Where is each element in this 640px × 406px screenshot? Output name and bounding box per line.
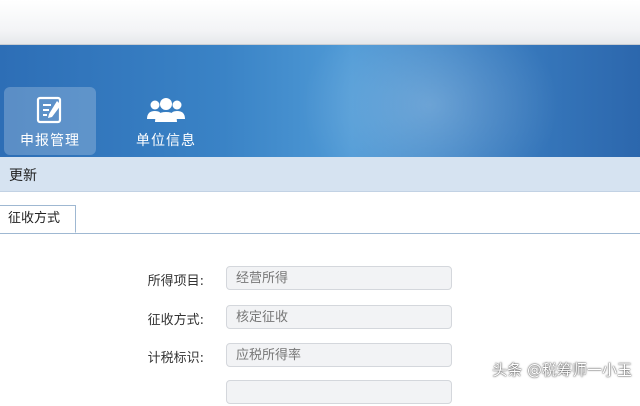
window-top-strip — [0, 0, 640, 45]
income-item-field[interactable]: 经营所得 — [226, 266, 452, 290]
nav-item-label: 申报管理 — [20, 133, 80, 149]
tab-bar: 征收方式 — [0, 205, 640, 234]
form-row-collection-method: 征收方式: 核定征收 — [0, 305, 640, 331]
top-navigation-banner: 申报管理 单位信息 — [0, 45, 640, 157]
partial-field[interactable] — [226, 380, 452, 404]
collection-method-label: 征收方式: — [147, 313, 204, 328]
users-icon — [146, 94, 186, 126]
nav-item-label: 单位信息 — [136, 133, 196, 149]
form-row-income-item: 所得项目: 经营所得 — [0, 266, 640, 292]
update-button[interactable]: 更新 — [9, 165, 37, 185]
collection-method-field[interactable]: 核定征收 — [226, 305, 452, 329]
watermark: 头条 @税筹师一小玉 — [492, 361, 632, 379]
toolbar: 更新 — [0, 157, 640, 192]
tax-mark-label: 计税标识: — [147, 351, 204, 366]
nav-item-unit-info[interactable]: 单位信息 — [120, 87, 212, 155]
tax-mark-field[interactable]: 应税所得率 — [226, 343, 452, 367]
edit-document-icon — [35, 94, 65, 126]
tab-collection-method[interactable]: 征收方式 — [0, 205, 76, 233]
form-row-partial — [0, 380, 640, 406]
income-item-label: 所得项目: — [147, 274, 204, 289]
nav-item-declaration-management[interactable]: 申报管理 — [4, 87, 96, 155]
